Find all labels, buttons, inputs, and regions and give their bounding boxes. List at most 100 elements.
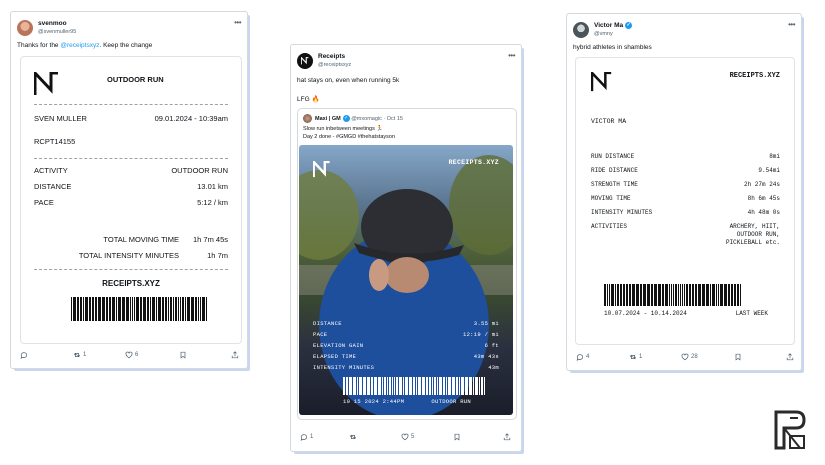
tweet-card-receipts[interactable]: Receipts @receiptsxyz ••• hat stays on, …: [290, 44, 522, 452]
barcode-bar: [162, 297, 164, 321]
reply-button[interactable]: [20, 351, 28, 359]
barcode-bar: [116, 297, 117, 321]
receipt-image[interactable]: RECEIPTS.XYZ VICTOR MA RUN DISTANCE 8mi …: [575, 57, 795, 345]
barcode-bar: [357, 377, 358, 395]
avatar[interactable]: [573, 22, 589, 38]
barcode-bar: [662, 284, 664, 306]
barcode-bar: [643, 284, 646, 306]
display-name[interactable]: svenmoo: [38, 20, 67, 27]
display-name[interactable]: Receipts: [318, 53, 345, 60]
barcode-bar: [731, 284, 733, 306]
row-value: 5:12 / km: [197, 198, 228, 207]
share-button[interactable]: [786, 353, 794, 361]
stat-label: ELAPSED TIME: [313, 353, 357, 360]
reply-button[interactable]: 1: [300, 433, 313, 441]
barcode-bar: [173, 297, 174, 321]
barcode-bar: [382, 377, 383, 395]
more-options-icon[interactable]: •••: [234, 18, 241, 27]
receipt-code: RCPT14155: [34, 137, 76, 146]
receipts-logo-icon: [301, 57, 309, 65]
reply-button[interactable]: 4: [576, 353, 589, 361]
barcode-bar: [698, 284, 701, 306]
more-options-icon[interactable]: •••: [508, 51, 515, 60]
tweet-text: hybrid athletes in shambles: [573, 44, 652, 51]
row-label: DISTANCE: [34, 182, 72, 191]
barcode-bar: [429, 377, 431, 395]
display-name[interactable]: Victor Ma ✓: [594, 22, 633, 29]
retweet-button[interactable]: 1: [73, 351, 86, 359]
quoted-tweet[interactable]: Maxi | GM ✓ @mxomagic · Oct 15 Slow run i…: [297, 108, 517, 420]
barcode-bar: [126, 297, 129, 321]
barcode-bar: [446, 377, 447, 395]
stat-label: DISTANCE: [313, 320, 342, 327]
barcode-bar: [168, 297, 169, 321]
bookmark-button[interactable]: [453, 433, 461, 441]
barcode-bar: [473, 377, 474, 395]
barcode-bar: [671, 284, 672, 306]
barcode-bar: [89, 297, 91, 321]
barcode-bar: [175, 297, 177, 321]
total-value: 1h 7m 45s: [192, 235, 228, 244]
row-label: RIDE DISTANCE: [591, 167, 638, 174]
tweet-card-sven[interactable]: svenmoo @svenmuller95 ••• Thanks for the…: [10, 11, 248, 369]
verified-icon: ✓: [625, 22, 633, 29]
barcode-bar: [737, 284, 739, 306]
barcode-bar: [475, 377, 478, 395]
barcode-bar: [647, 284, 650, 306]
barcode-bar: [95, 297, 97, 321]
row-label: ACTIVITY: [34, 166, 68, 175]
barcode-bar: [134, 297, 135, 321]
receipt-brand: RECEIPTS.XYZ: [102, 279, 160, 288]
avatar[interactable]: [17, 20, 33, 36]
receipt-period: LAST WEEK: [735, 310, 768, 317]
run-photo[interactable]: RECEIPTS.XYZ DISTANCE 3.55 mi PACE 12:19…: [299, 145, 513, 415]
activities-value: OUTDOOR RUN,: [736, 231, 780, 238]
barcode-bar: [143, 297, 146, 321]
share-button[interactable]: [503, 433, 511, 441]
retweet-button[interactable]: [349, 433, 357, 441]
barcode-bar: [718, 284, 719, 306]
barcode-bar: [636, 284, 639, 306]
barcode-bar: [158, 297, 161, 321]
retweet-icon: [349, 435, 357, 439]
like-button[interactable]: 28: [681, 353, 698, 361]
barcode-bar: [396, 377, 398, 395]
mention-link[interactable]: @receiptsxyz: [60, 42, 99, 49]
reply-icon: [576, 354, 584, 361]
photo-scenery: [299, 155, 513, 415]
user-handle[interactable]: @vmny: [594, 31, 613, 37]
like-button[interactable]: 6: [125, 351, 138, 359]
barcode-bar: [448, 377, 451, 395]
user-handle[interactable]: @receiptsxyz: [318, 62, 351, 68]
bookmark-button[interactable]: [734, 353, 742, 361]
barcode-bar: [604, 284, 606, 306]
total-label: TOTAL MOVING TIME: [103, 235, 179, 244]
more-options-icon[interactable]: •••: [788, 20, 795, 29]
row-value: 2h 27m 24s: [743, 181, 780, 188]
retweet-icon: [73, 353, 81, 357]
bookmark-icon: [735, 353, 741, 361]
barcode-bar: [80, 297, 82, 321]
photo-brand: RECEIPTS.XYZ: [448, 159, 499, 166]
like-button[interactable]: 5: [401, 433, 414, 441]
barcode-bar: [706, 284, 709, 306]
avatar[interactable]: [303, 114, 312, 123]
receipt-image[interactable]: OUTDOOR RUN SVEN MULLER 09.01.2024 - 10:…: [20, 56, 242, 344]
bookmark-icon: [180, 351, 186, 359]
row-value: 8h 6m 45s: [747, 195, 780, 202]
barcode-bar: [623, 284, 625, 306]
barcode-bar: [710, 284, 711, 306]
retweet-button[interactable]: 1: [629, 353, 642, 361]
share-button[interactable]: [231, 351, 239, 359]
bookmark-button[interactable]: [179, 351, 187, 359]
quote-text: Slow run inbetween meetings 🏃: [303, 126, 384, 132]
receipt-person: VICTOR MA: [591, 118, 627, 125]
barcode-bar: [459, 377, 460, 395]
stat-value: 43m: [488, 364, 499, 371]
share-icon: [503, 433, 511, 441]
tweet-card-victor[interactable]: Victor Ma ✓ @vmny ••• hybrid athletes in …: [566, 13, 802, 371]
barcode-bar: [394, 377, 395, 395]
barcode-bar: [432, 377, 433, 395]
barcode-bar: [98, 297, 101, 321]
user-handle[interactable]: @svenmuller95: [38, 29, 76, 35]
